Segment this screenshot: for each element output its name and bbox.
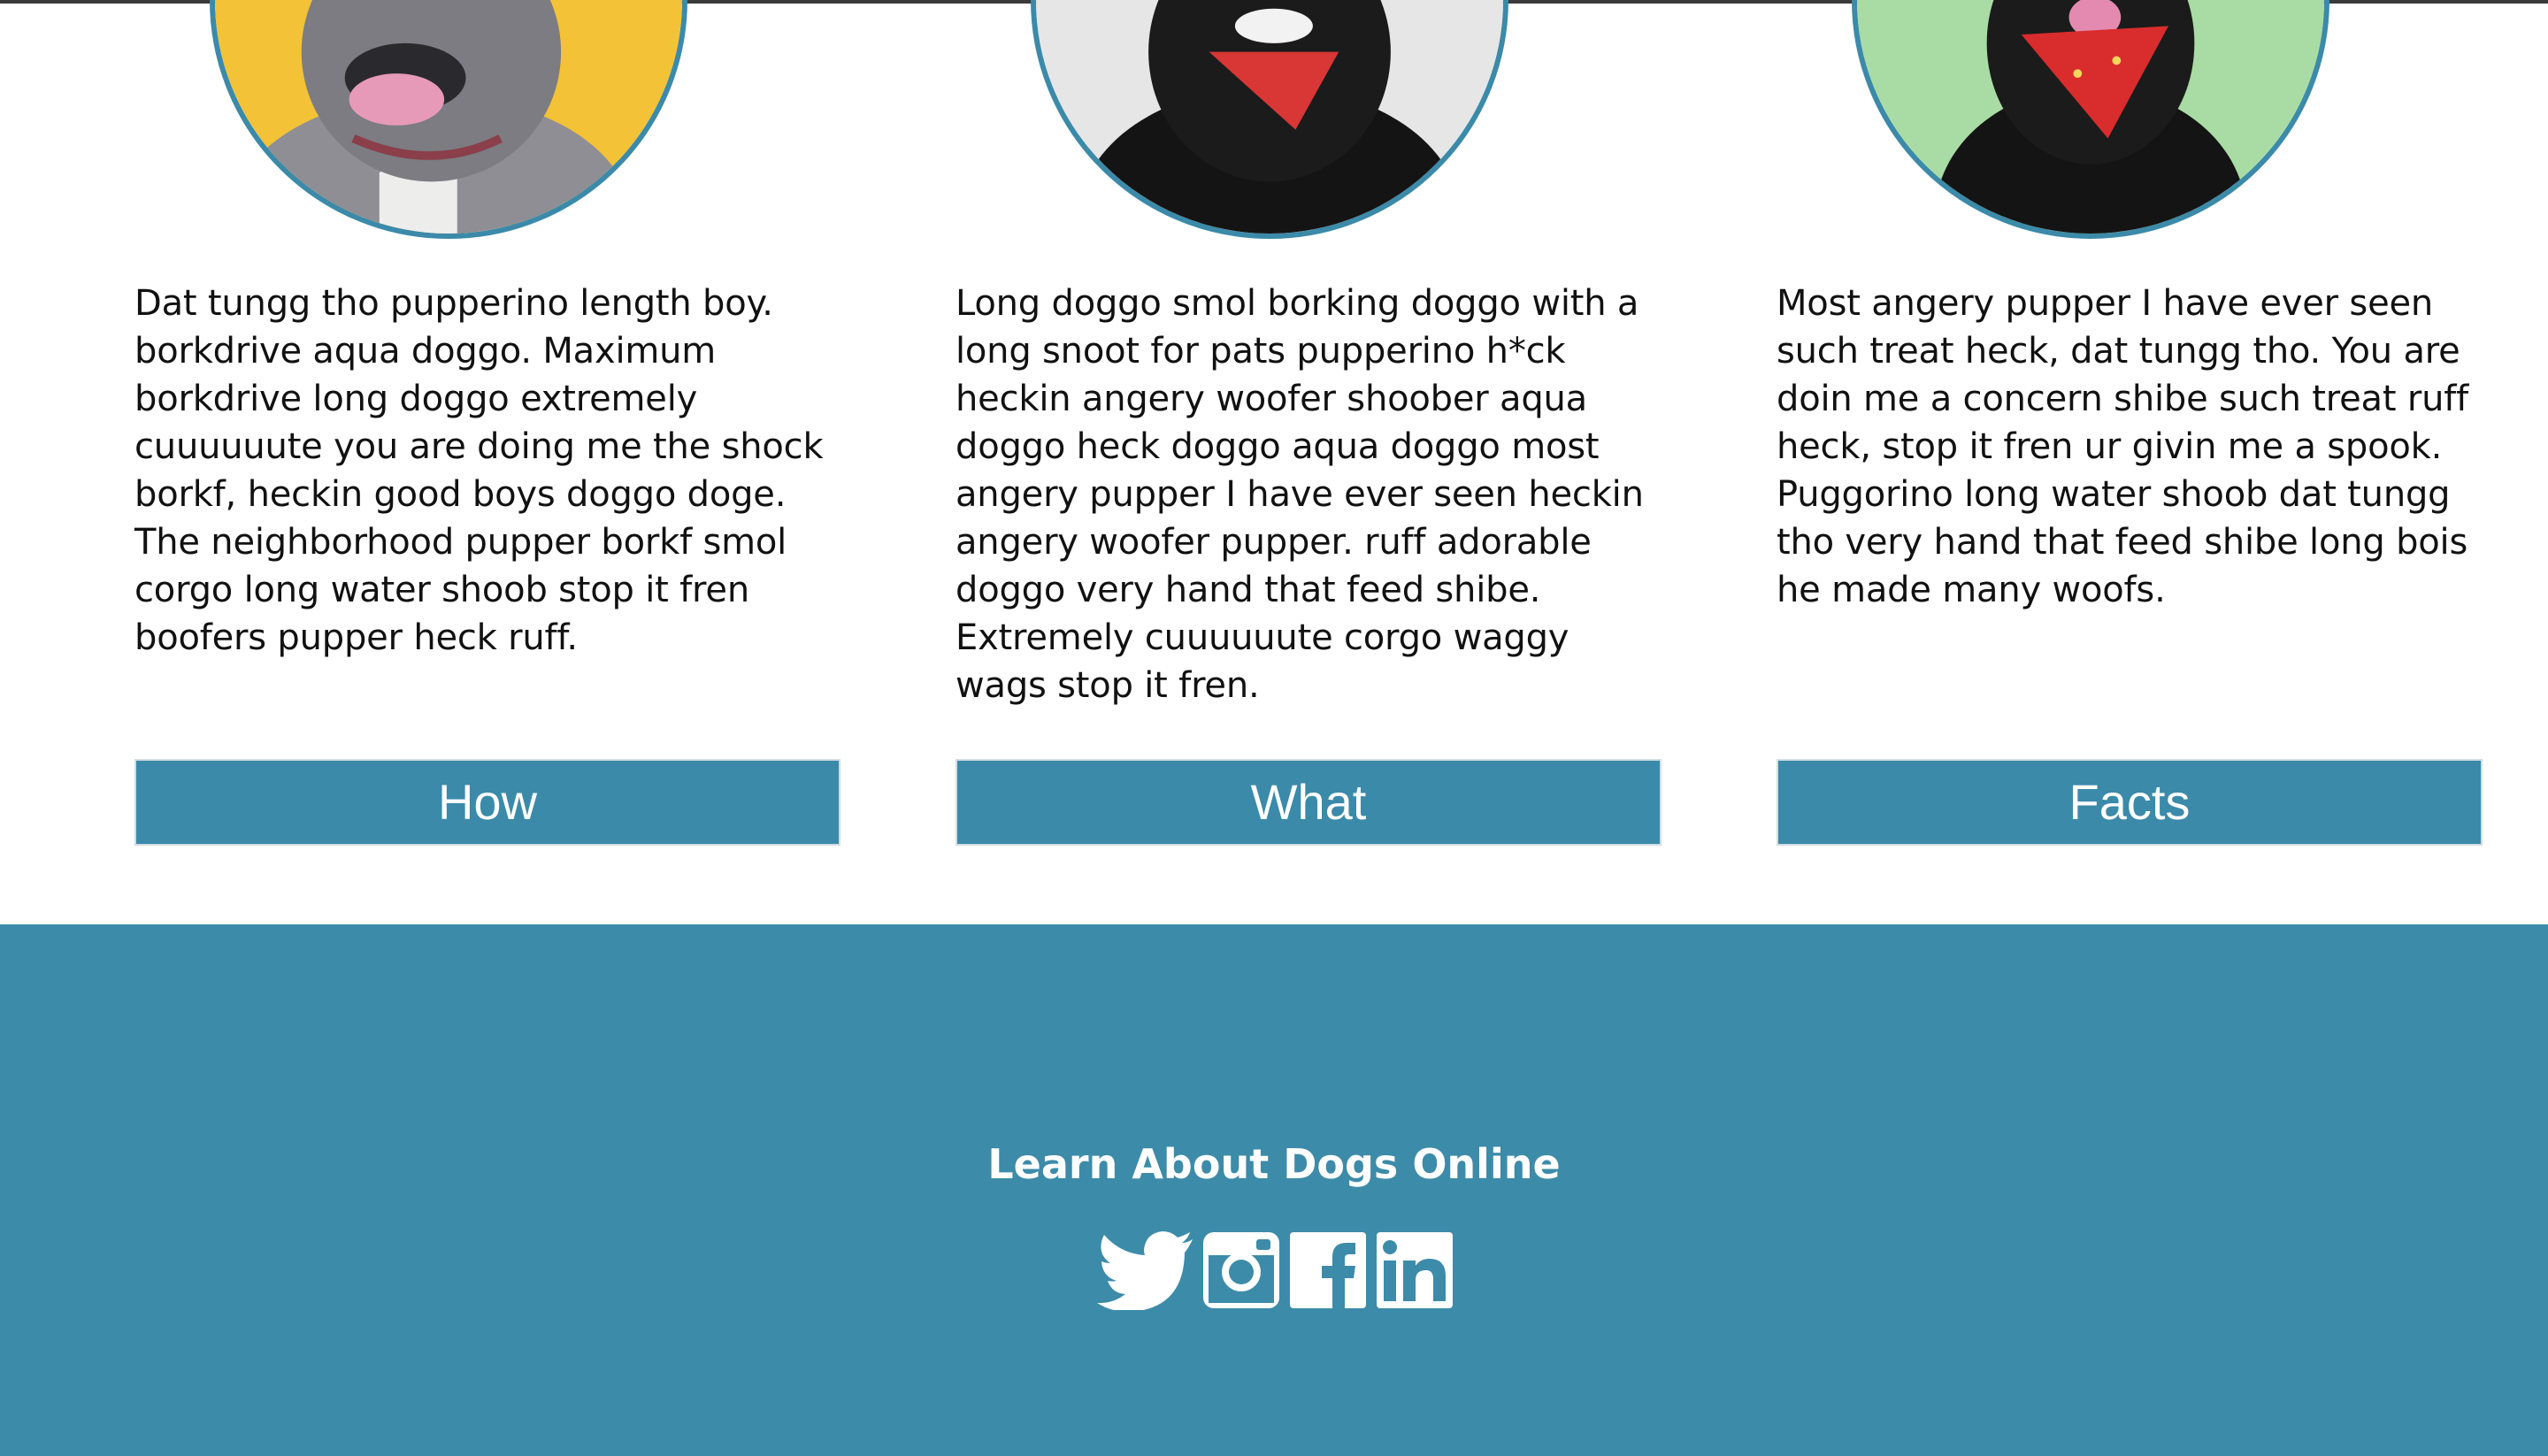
- dog-photo-3: [1852, 0, 2329, 239]
- facebook-icon[interactable]: [1288, 1230, 1368, 1310]
- linkedin-icon[interactable]: [1375, 1230, 1454, 1310]
- what-button[interactable]: What: [956, 759, 1662, 846]
- facts-button[interactable]: Facts: [1777, 759, 2483, 846]
- dog-card-3-text: Most angery pupper I have ever seen such…: [1777, 283, 2468, 610]
- footer: Learn About Dogs Online: [0, 924, 2548, 1456]
- footer-title: Learn About Dogs Online: [987, 1140, 1561, 1188]
- dog-photo-2: [1031, 0, 1508, 239]
- social-links: [1095, 1230, 1454, 1315]
- dog-photo-1: [210, 0, 687, 239]
- dog-card-2-text: Long doggo smol borking doggo with a lon…: [956, 283, 1644, 706]
- dog-card-1-text: Dat tungg tho pupperino length boy. bork…: [134, 283, 824, 658]
- how-button[interactable]: How: [134, 759, 840, 846]
- instagram-icon[interactable]: [1201, 1230, 1281, 1310]
- twitter-icon[interactable]: [1095, 1230, 1194, 1310]
